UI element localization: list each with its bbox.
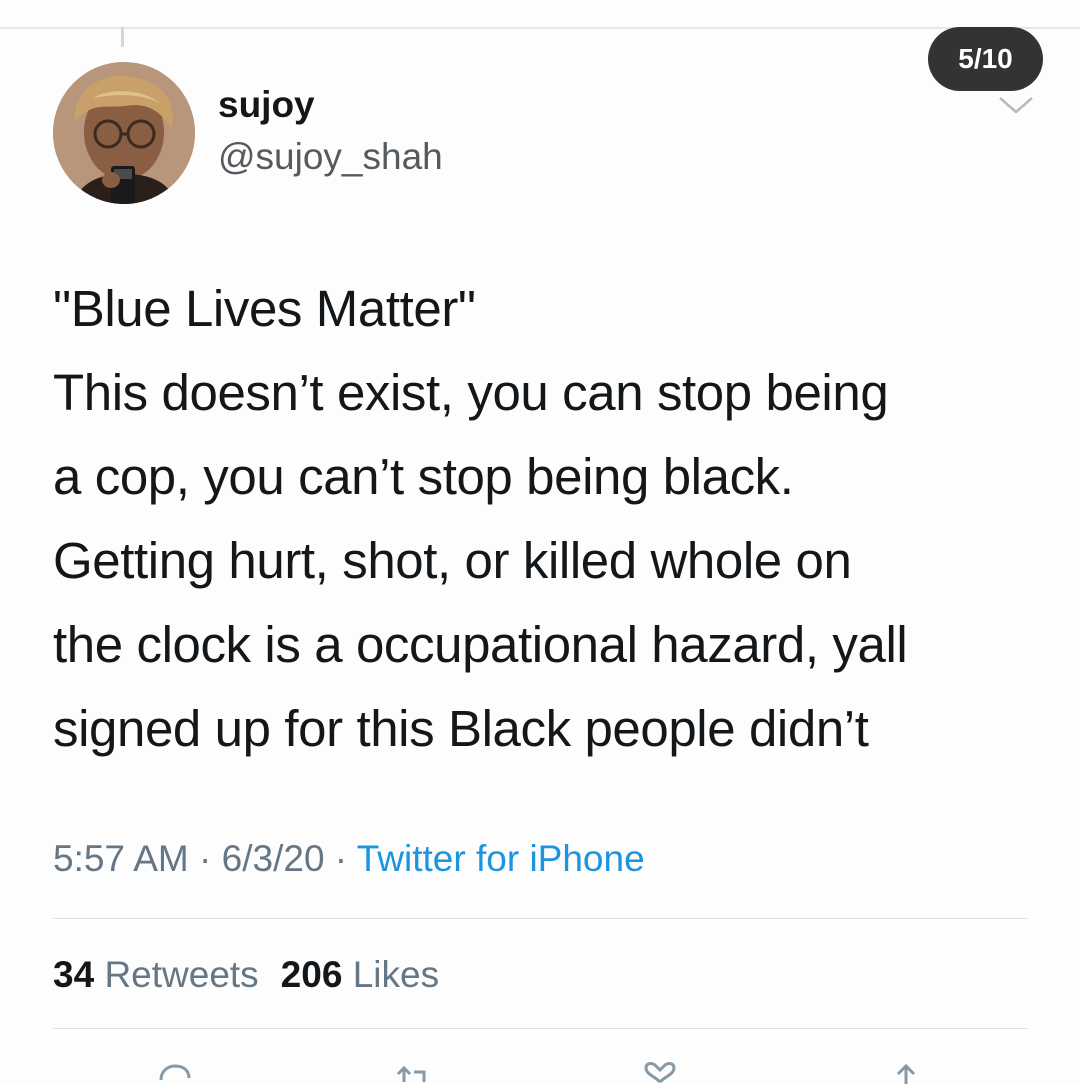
tweet-text-line: This doesn’t exist, you can stop being bbox=[53, 364, 889, 421]
tweet-date[interactable]: 6/3/20 bbox=[222, 838, 325, 879]
user-handle[interactable]: @sujoy_shah bbox=[218, 138, 443, 175]
stats-divider-top bbox=[53, 918, 1028, 919]
tweet-text-line: signed up for this Black people didn’t bbox=[53, 700, 869, 757]
likes-stat[interactable]: 206 Likes bbox=[281, 953, 439, 997]
tweet-screenshot: sujoy @sujoy_shah 5/10 "Blue Lives Matte… bbox=[0, 0, 1080, 1084]
tweet-text-line: Getting hurt, shot, or killed whole on bbox=[53, 532, 852, 589]
retweet-icon[interactable] bbox=[392, 1060, 432, 1084]
share-icon[interactable] bbox=[886, 1060, 926, 1084]
tweet-text-line: the clock is a occupational hazard, yall bbox=[53, 616, 908, 673]
retweets-count: 34 bbox=[53, 954, 95, 995]
reply-icon[interactable] bbox=[155, 1060, 195, 1084]
avatar-photo bbox=[53, 62, 195, 204]
tweet-text-line: "Blue Lives Matter" bbox=[53, 280, 476, 337]
stats-divider-bottom bbox=[53, 1028, 1028, 1029]
retweets-stat[interactable]: 34 Retweets bbox=[53, 953, 259, 997]
avatar[interactable] bbox=[53, 62, 195, 204]
tweet-time[interactable]: 5:57 AM bbox=[53, 838, 189, 879]
tweet-text-line: a cop, you can’t stop being black. bbox=[53, 448, 794, 505]
engagement-stats: 34 Retweets 206 Likes bbox=[53, 953, 439, 997]
tweet-text: "Blue Lives Matter" This doesn’t exist, … bbox=[53, 267, 1053, 771]
likes-label: Likes bbox=[352, 954, 440, 995]
retweets-label: Retweets bbox=[104, 954, 259, 995]
page-counter-badge: 5/10 bbox=[928, 27, 1043, 91]
heart-icon[interactable] bbox=[640, 1060, 680, 1084]
likes-count: 206 bbox=[280, 954, 343, 995]
thread-connector-line bbox=[121, 27, 124, 47]
chevron-down-icon[interactable] bbox=[997, 94, 1035, 116]
top-divider bbox=[0, 27, 1080, 29]
tweet-source-link[interactable]: Twitter for iPhone bbox=[357, 838, 645, 879]
meta-separator: · bbox=[188, 838, 222, 879]
tweet-metadata: 5:57 AM · 6/3/20 · Twitter for iPhone bbox=[53, 837, 645, 881]
display-name[interactable]: sujoy bbox=[218, 86, 315, 123]
meta-separator: · bbox=[324, 838, 357, 879]
